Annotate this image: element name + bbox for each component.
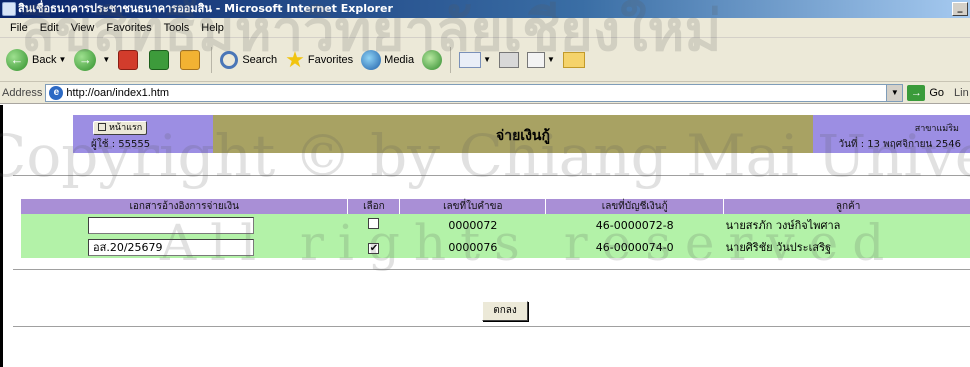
mail-button[interactable]: ▼ bbox=[455, 43, 495, 77]
favorites-button[interactable]: ★ Favorites bbox=[281, 43, 357, 77]
select-cell: ✔ bbox=[347, 236, 400, 258]
favorites-star-icon: ★ bbox=[285, 46, 305, 72]
back-arrow-icon: ← bbox=[6, 48, 28, 71]
column-header-reference: เอกสารอ้างอิงการจ่ายเงิน bbox=[21, 199, 349, 214]
account-no-cell: 46-0000074-0 bbox=[545, 236, 724, 258]
address-label: Address bbox=[2, 86, 43, 99]
forward-dropdown-icon[interactable]: ▼ bbox=[102, 55, 110, 64]
toolbar-separator bbox=[450, 46, 452, 73]
forward-arrow-icon: → bbox=[74, 48, 97, 71]
table-row: 0000072 46-0000072-8 นายสรภัก วงษ์กิจไพศ… bbox=[21, 214, 970, 236]
address-input[interactable]: e http://oan/index1.htm ▼ bbox=[45, 83, 904, 102]
menu-edit[interactable]: Edit bbox=[34, 22, 65, 34]
menu-tools[interactable]: Tools bbox=[158, 22, 196, 34]
column-header-account-no: เลขที่บัญชีเงินกู้ bbox=[545, 199, 725, 214]
reference-input[interactable]: อส.20/25679 bbox=[88, 238, 254, 256]
request-no-cell: 0000072 bbox=[399, 214, 546, 236]
page-header: หน้าแรก ผู้ใช้ : 55555 จ่ายเงินกู้ สาขาแ… bbox=[73, 115, 970, 153]
menu-favorites[interactable]: Favorites bbox=[100, 22, 157, 34]
media-button[interactable]: Media bbox=[357, 43, 418, 77]
stop-icon bbox=[118, 49, 139, 70]
disbursement-table: เอกสารอ้างอิงการจ่ายเงิน เลือก เลขที่ใบค… bbox=[21, 199, 970, 258]
home-button[interactable] bbox=[176, 43, 207, 77]
reference-input[interactable] bbox=[88, 216, 254, 234]
folder-icon bbox=[562, 51, 585, 68]
customer-cell: นายศิริชัย วันประเสริฐ bbox=[723, 236, 970, 258]
history-button[interactable] bbox=[418, 43, 446, 77]
customer-cell: นายสรภัก วงษ์กิจไพศาล bbox=[723, 214, 970, 236]
print-icon bbox=[499, 51, 520, 68]
divider-middle bbox=[13, 269, 970, 271]
edit-button[interactable]: ▼ bbox=[523, 43, 559, 77]
header-right-panel: สาขาแม่ริม วันที่ : 13 พฤศจิกายน 2546 bbox=[813, 115, 970, 153]
web-page: หน้าแรก ผู้ใช้ : 55555 จ่ายเงินกู้ สาขาแ… bbox=[0, 105, 970, 367]
ie-app-icon bbox=[2, 2, 16, 16]
branch-name: สาขาแม่ริม bbox=[914, 124, 959, 134]
column-header-request-no: เลขที่ใบคำขอ bbox=[399, 199, 547, 214]
menu-file[interactable]: File bbox=[4, 22, 34, 34]
go-button[interactable]: → Go bbox=[907, 84, 945, 101]
column-header-customer: ลูกค้า bbox=[723, 199, 970, 214]
edit-icon bbox=[527, 51, 546, 68]
request-no-cell: 0000076 bbox=[399, 236, 546, 258]
mail-dropdown-icon[interactable]: ▼ bbox=[483, 55, 491, 64]
history-icon bbox=[422, 49, 443, 70]
window-title: สินเชื่อธนาคารประชาชนธนาคารออมสิน - Micr… bbox=[18, 2, 393, 15]
divider-top bbox=[13, 175, 970, 177]
address-bar: Address e http://oan/index1.htm ▼ → Go L… bbox=[0, 82, 970, 104]
current-date: วันที่ : 13 พฤศจิกายน 2546 bbox=[838, 139, 961, 150]
forward-button[interactable]: → ▼ bbox=[70, 43, 114, 77]
table-header-row: เอกสารอ้างอิงการจ่ายเงิน เลือก เลขที่ใบค… bbox=[21, 199, 970, 214]
stop-button[interactable] bbox=[114, 43, 145, 77]
edit-dropdown-icon[interactable]: ▼ bbox=[547, 55, 555, 64]
refresh-icon bbox=[149, 49, 170, 70]
back-button[interactable]: ← Back ▼ bbox=[2, 43, 70, 77]
search-icon bbox=[220, 50, 239, 69]
home-icon bbox=[180, 49, 201, 70]
select-checkbox[interactable] bbox=[368, 218, 380, 229]
standard-toolbar: ← Back ▼ → ▼ Search ★ Favorites Media ▼ … bbox=[0, 38, 970, 82]
back-label: Back bbox=[32, 53, 57, 66]
refresh-button[interactable] bbox=[145, 43, 176, 77]
links-button[interactable]: Lin bbox=[954, 87, 969, 99]
page-icon: e bbox=[49, 85, 64, 100]
table-row: อส.20/25679 ✔ 0000076 46-0000074-0 นายศิ… bbox=[21, 236, 970, 258]
reference-cell: อส.20/25679 bbox=[21, 236, 348, 258]
search-button[interactable]: Search bbox=[216, 43, 281, 77]
divider-bottom bbox=[13, 326, 970, 328]
minimize-button[interactable]: _ bbox=[952, 2, 968, 16]
address-url: http://oan/index1.htm bbox=[66, 86, 170, 99]
select-cell bbox=[347, 214, 400, 236]
menu-help[interactable]: Help bbox=[195, 22, 230, 34]
window-title-bar: สินเชื่อธนาคารประชาชนธนาคารออมสิน - Micr… bbox=[0, 0, 970, 18]
print-button[interactable] bbox=[495, 43, 523, 77]
go-label: Go bbox=[929, 86, 945, 99]
address-dropdown-icon[interactable]: ▼ bbox=[886, 84, 903, 101]
reference-cell bbox=[21, 214, 348, 236]
favorites-label: Favorites bbox=[307, 53, 354, 66]
folder-button[interactable] bbox=[559, 43, 589, 77]
column-header-select: เลือก bbox=[347, 199, 401, 214]
back-dropdown-icon[interactable]: ▼ bbox=[58, 55, 66, 64]
menu-bar: File Edit View Favorites Tools Help bbox=[0, 18, 970, 38]
search-label: Search bbox=[242, 53, 278, 66]
media-label: Media bbox=[384, 53, 415, 66]
select-checkbox[interactable]: ✔ bbox=[368, 242, 380, 254]
mail-icon bbox=[459, 51, 482, 68]
toolbar-separator bbox=[211, 46, 213, 73]
account-no-cell: 46-0000072-8 bbox=[545, 214, 724, 236]
media-icon bbox=[361, 49, 382, 70]
menu-view[interactable]: View bbox=[65, 22, 101, 34]
ok-button[interactable]: ตกลง bbox=[482, 301, 528, 321]
go-arrow-icon: → bbox=[907, 84, 926, 101]
